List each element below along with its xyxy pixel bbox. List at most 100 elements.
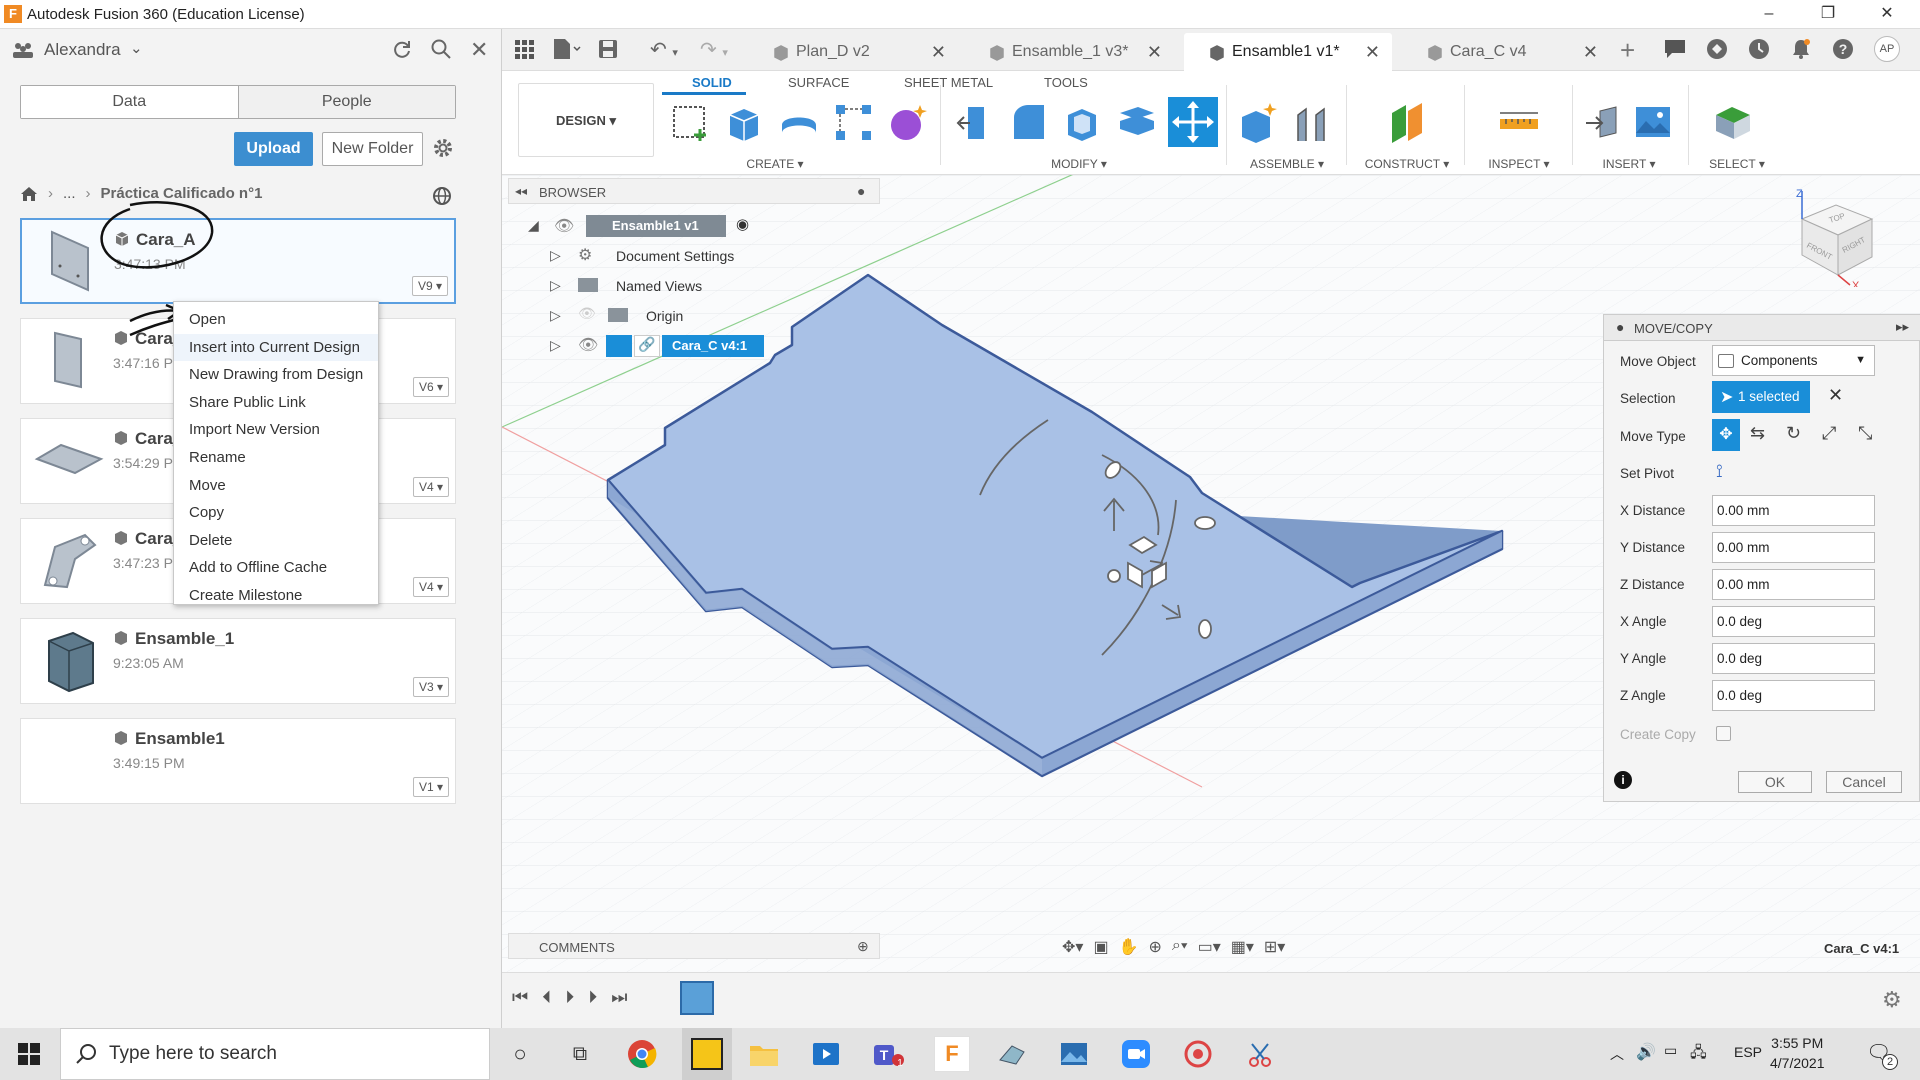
close-window-button[interactable]: ✕ bbox=[1872, 3, 1902, 25]
close-tab-icon[interactable]: ✕ bbox=[1365, 33, 1380, 71]
menu-item-rename[interactable]: Rename bbox=[174, 444, 378, 472]
new-component-icon[interactable] bbox=[1238, 101, 1280, 143]
gear-icon[interactable] bbox=[432, 137, 454, 159]
chevron-down-icon[interactable]: ⌄ bbox=[130, 39, 143, 57]
offset-plane-icon[interactable] bbox=[1386, 101, 1428, 143]
form-icon[interactable] bbox=[886, 101, 928, 143]
step-forward-icon[interactable]: ⏵ bbox=[588, 987, 597, 1008]
clear-selection-icon[interactable]: ✕ bbox=[1828, 385, 1843, 406]
close-icon[interactable]: ✕ bbox=[470, 37, 488, 63]
extrude-icon[interactable] bbox=[724, 101, 766, 143]
expand-dialog-icon[interactable]: ▸▸ bbox=[1896, 319, 1909, 335]
timeline-move-feature-icon[interactable] bbox=[680, 981, 714, 1015]
info-icon[interactable]: i bbox=[1614, 771, 1632, 789]
translate-type-icon[interactable]: ⇆ bbox=[1750, 423, 1765, 444]
close-tab-icon[interactable]: ✕ bbox=[931, 33, 946, 71]
menu-item-insert-into-current-design[interactable]: Insert into Current Design bbox=[174, 333, 378, 362]
menu-item-open[interactable]: Open bbox=[174, 306, 378, 334]
collapse-triangle-icon[interactable]: ◢ bbox=[528, 217, 539, 234]
version-dropdown[interactable]: V4 ▾ bbox=[413, 477, 449, 497]
tab-people[interactable]: People bbox=[238, 86, 455, 118]
doc-tab-plan-d[interactable]: Plan_D v2 ✕ bbox=[748, 33, 958, 71]
file-menu-icon[interactable] bbox=[552, 38, 582, 60]
media-player-icon[interactable] bbox=[810, 1038, 842, 1070]
point-to-point-icon[interactable]: ⤢ bbox=[1822, 423, 1836, 444]
insert-group-label[interactable]: INSERT ▾ bbox=[1574, 157, 1684, 171]
redo-icon[interactable]: ↷ ▾ bbox=[700, 37, 728, 62]
y-distance-input[interactable]: 0.00 mm bbox=[1712, 532, 1875, 563]
z-distance-input[interactable]: 0.00 mm bbox=[1712, 569, 1875, 600]
move-copy-tool-active[interactable] bbox=[1168, 97, 1218, 147]
windows-start-icon[interactable] bbox=[18, 1043, 40, 1065]
play-icon[interactable]: ⏵ bbox=[565, 987, 574, 1008]
extensions-icon[interactable] bbox=[1706, 38, 1728, 60]
expand-triangle-icon[interactable]: ▷ bbox=[550, 277, 561, 294]
notifications-bell-icon[interactable] bbox=[1790, 38, 1812, 60]
browser-root-node[interactable]: ◢ 👁 Ensamble1 v1 ◉ bbox=[528, 215, 778, 239]
expand-triangle-icon[interactable]: ▷ bbox=[550, 337, 561, 354]
press-pull-icon[interactable] bbox=[954, 101, 996, 143]
z-angle-input[interactable]: 0.0 deg bbox=[1712, 680, 1875, 711]
user-name[interactable]: Alexandra bbox=[44, 40, 121, 60]
menu-item-import-new-version[interactable]: Import New Version bbox=[174, 416, 378, 444]
menu-item-create-milestone[interactable]: Create Milestone bbox=[174, 582, 378, 610]
step-back-icon[interactable]: ⏴ bbox=[542, 987, 551, 1008]
select-icon[interactable] bbox=[1712, 101, 1754, 143]
activate-radio-icon[interactable]: ◉ bbox=[736, 215, 749, 233]
menu-item-copy[interactable]: Copy bbox=[174, 499, 378, 527]
file-explorer-icon[interactable] bbox=[748, 1038, 780, 1070]
x-angle-input[interactable]: 0.0 deg bbox=[1712, 606, 1875, 637]
file-card-ensamble1[interactable]: Ensamble1 3:49:15 PM V1 ▾ bbox=[20, 718, 456, 804]
view-cube[interactable]: Z X TOP FRONT RIGHT bbox=[1772, 187, 1882, 287]
save-icon[interactable] bbox=[598, 39, 618, 59]
tab-tools[interactable]: TOOLS bbox=[1044, 75, 1088, 90]
insert-image-icon[interactable] bbox=[1632, 101, 1674, 143]
search-icon[interactable] bbox=[430, 38, 452, 60]
timeline-settings-gear-icon[interactable]: ⚙ bbox=[1882, 987, 1902, 1013]
minimize-button[interactable]: – bbox=[1754, 3, 1784, 25]
tab-surface[interactable]: SURFACE bbox=[788, 75, 849, 90]
collapse-browser-icon[interactable]: ◂◂ bbox=[515, 184, 527, 198]
undo-icon[interactable]: ↶ ▾ bbox=[650, 37, 678, 62]
visibility-eye-icon[interactable]: 👁 bbox=[578, 335, 598, 355]
close-tab-icon[interactable]: ✕ bbox=[1583, 33, 1598, 71]
breadcrumb-ellipsis[interactable]: ... bbox=[63, 185, 76, 202]
tab-sheet-metal[interactable]: SHEET METAL bbox=[904, 75, 993, 90]
chrome-icon[interactable] bbox=[626, 1038, 658, 1070]
new-folder-button[interactable]: New Folder bbox=[322, 132, 423, 166]
app-grid-icon[interactable] bbox=[514, 39, 534, 59]
go-to-end-icon[interactable]: ⏭ bbox=[611, 987, 627, 1008]
zoom-icon[interactable]: ⊕ bbox=[1148, 937, 1161, 957]
pattern-icon[interactable] bbox=[832, 101, 874, 143]
restore-button[interactable]: ❐ bbox=[1813, 3, 1843, 25]
network-icon[interactable]: 🖧 bbox=[1690, 1042, 1707, 1067]
team-icon[interactable] bbox=[12, 41, 34, 59]
refresh-icon[interactable] bbox=[390, 38, 412, 60]
doc-tab-cara-c[interactable]: Cara_C v4 ✕ bbox=[1402, 33, 1610, 71]
insert-derive-icon[interactable] bbox=[1584, 101, 1626, 143]
volume-icon[interactable]: 🔊 bbox=[1636, 1042, 1656, 1062]
expand-triangle-icon[interactable]: ▷ bbox=[550, 307, 561, 324]
measure-icon[interactable] bbox=[1498, 101, 1540, 143]
visibility-eye-icon[interactable]: 👁 bbox=[554, 216, 574, 236]
create-sketch-icon[interactable] bbox=[670, 101, 712, 143]
assemble-group-label[interactable]: ASSEMBLE ▾ bbox=[1232, 157, 1342, 171]
workspace-switcher[interactable]: DESIGN ▾ bbox=[518, 83, 654, 157]
battery-icon[interactable]: ▭ bbox=[1664, 1042, 1677, 1059]
comments-panel-header[interactable]: COMMENTS ⊕ bbox=[508, 933, 880, 959]
new-tab-plus-icon[interactable]: + bbox=[1620, 35, 1635, 66]
globe-icon[interactable] bbox=[432, 186, 452, 206]
language-indicator[interactable]: ESP bbox=[1734, 1044, 1762, 1060]
revolve-icon[interactable] bbox=[778, 101, 820, 143]
shell-icon[interactable] bbox=[1062, 101, 1104, 143]
menu-item-new-drawing[interactable]: New Drawing from Design bbox=[174, 361, 378, 389]
version-dropdown[interactable]: V9 ▾ bbox=[412, 276, 448, 296]
upload-button[interactable]: Upload bbox=[234, 132, 313, 166]
browser-options-icon[interactable]: ● bbox=[857, 183, 865, 199]
x-distance-input[interactable]: 0.00 mm bbox=[1712, 495, 1875, 526]
hidden-eye-icon[interactable]: 👁 bbox=[578, 305, 596, 322]
version-dropdown[interactable]: V3 ▾ bbox=[413, 677, 449, 697]
browser-root-label[interactable]: Ensamble1 v1 bbox=[586, 215, 726, 237]
zoom-window-icon[interactable]: ⌕▾ bbox=[1172, 937, 1188, 957]
display-settings-icon[interactable]: ▭▾ bbox=[1198, 937, 1221, 957]
